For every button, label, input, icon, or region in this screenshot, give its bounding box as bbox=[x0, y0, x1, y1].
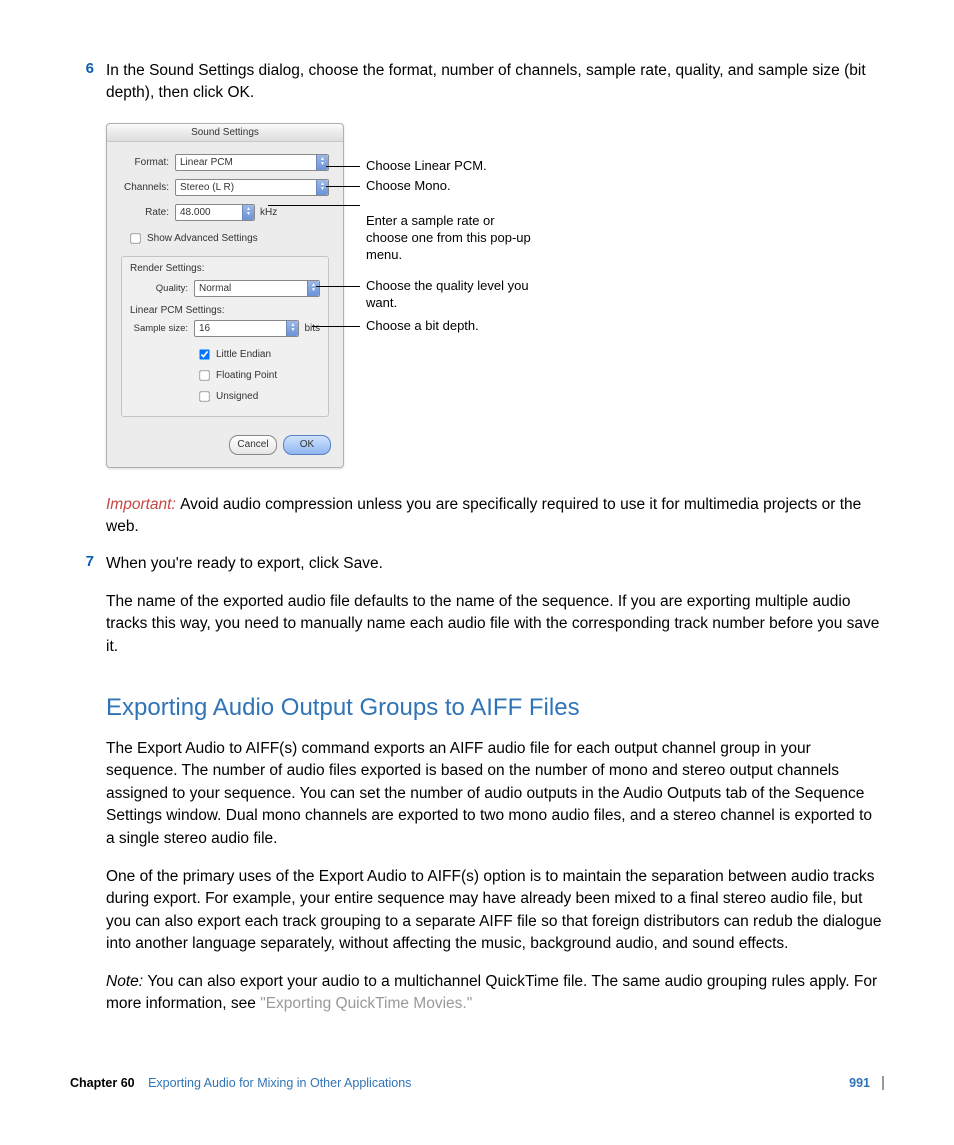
callout-linear-pcm: Choose Linear PCM. bbox=[366, 158, 566, 175]
important-text: Avoid audio compression unless you are s… bbox=[106, 496, 861, 535]
rate-value: 48.000 bbox=[180, 207, 211, 218]
floating-point-row[interactable]: Floating Point bbox=[194, 366, 320, 385]
format-row: Format: Linear PCM ▲▼ bbox=[121, 154, 329, 171]
footer-left: Chapter 60 Exporting Audio for Mixing in… bbox=[70, 1076, 411, 1090]
updown-icon: ▲▼ bbox=[242, 205, 254, 220]
page-footer: Chapter 60 Exporting Audio for Mixing in… bbox=[70, 1076, 884, 1090]
step-7-paragraph: The name of the exported audio file defa… bbox=[106, 591, 884, 658]
callout-mono: Choose Mono. bbox=[366, 178, 566, 195]
pcm-options: Little Endian Floating Point Unsigned bbox=[194, 345, 320, 406]
section-p2: One of the primary uses of the Export Au… bbox=[106, 866, 884, 956]
footer-page-number: 991 bbox=[829, 1076, 870, 1090]
rate-input[interactable]: 48.000 ▲▼ bbox=[175, 204, 255, 221]
quality-select[interactable]: Normal ▲▼ bbox=[194, 280, 320, 297]
footer-chapter: Chapter 60 bbox=[70, 1076, 135, 1090]
callout-leader bbox=[316, 286, 360, 287]
rate-unit: kHz bbox=[260, 207, 277, 218]
section-heading: Exporting Audio Output Groups to AIFF Fi… bbox=[106, 694, 884, 722]
updown-icon: ▲▼ bbox=[316, 155, 328, 170]
updown-icon: ▲▼ bbox=[286, 321, 298, 336]
samplesize-select[interactable]: 16 ▲▼ bbox=[194, 320, 299, 337]
samplesize-row: Sample size: 16 ▲▼ bits bbox=[130, 320, 320, 337]
step-text: In the Sound Settings dialog, choose the… bbox=[106, 60, 884, 105]
samplesize-unit: bits bbox=[304, 323, 320, 334]
note-text: You can also export your audio to a mult… bbox=[106, 973, 877, 1012]
pcm-settings-title: Linear PCM Settings: bbox=[130, 305, 320, 316]
unsigned-checkbox[interactable] bbox=[199, 391, 209, 401]
format-select[interactable]: Linear PCM ▲▼ bbox=[175, 154, 329, 171]
sound-settings-dialog: Sound Settings Format: Linear PCM ▲▼ Cha… bbox=[106, 123, 344, 468]
dialog-body: Format: Linear PCM ▲▼ Channels: Stereo (… bbox=[107, 142, 343, 427]
render-settings-title: Render Settings: bbox=[130, 263, 320, 274]
little-endian-checkbox[interactable] bbox=[199, 349, 209, 359]
step-7: 7 When you're ready to export, click Sav… bbox=[70, 553, 884, 575]
channels-row: Channels: Stereo (L R) ▲▼ bbox=[121, 179, 329, 196]
show-advanced-row[interactable]: Show Advanced Settings bbox=[125, 229, 329, 248]
callout-leader bbox=[326, 186, 360, 187]
important-label: Important: bbox=[106, 496, 180, 513]
show-advanced-checkbox[interactable] bbox=[130, 233, 140, 243]
quality-row: Quality: Normal ▲▼ bbox=[130, 280, 320, 297]
callout-quality: Choose the quality level you want. bbox=[366, 278, 536, 312]
quality-label: Quality: bbox=[130, 283, 188, 294]
channels-label: Channels: bbox=[121, 182, 169, 193]
little-endian-row[interactable]: Little Endian bbox=[194, 345, 320, 364]
floating-point-label: Floating Point bbox=[216, 370, 277, 381]
important-note: Important: Avoid audio compression unles… bbox=[106, 494, 884, 539]
updown-icon: ▲▼ bbox=[316, 180, 328, 195]
step-number: 6 bbox=[70, 60, 94, 105]
samplesize-value: 16 bbox=[199, 323, 210, 334]
settings-group: Render Settings: Quality: Normal ▲▼ Line… bbox=[121, 256, 329, 417]
rate-row: Rate: 48.000 ▲▼ kHz bbox=[121, 204, 329, 221]
sound-settings-figure: Sound Settings Format: Linear PCM ▲▼ Cha… bbox=[106, 123, 746, 468]
note-paragraph: Note: You can also export your audio to … bbox=[106, 971, 884, 1016]
footer-title: Exporting Audio for Mixing in Other Appl… bbox=[148, 1076, 411, 1090]
step-text: When you're ready to export, click Save. bbox=[106, 553, 884, 575]
step-6: 6 In the Sound Settings dialog, choose t… bbox=[70, 60, 884, 105]
quality-value: Normal bbox=[199, 283, 231, 294]
step-number: 7 bbox=[70, 553, 94, 575]
channels-value: Stereo (L R) bbox=[180, 182, 234, 193]
note-label: Note: bbox=[106, 973, 147, 990]
unsigned-row[interactable]: Unsigned bbox=[194, 387, 320, 406]
unsigned-label: Unsigned bbox=[216, 391, 258, 402]
cancel-button[interactable]: Cancel bbox=[229, 435, 277, 455]
callout-sample-rate: Enter a sample rate or choose one from t… bbox=[366, 213, 536, 264]
show-advanced-label: Show Advanced Settings bbox=[147, 233, 258, 244]
section-p1: The Export Audio to AIFF(s) command expo… bbox=[106, 738, 884, 850]
callout-leader bbox=[268, 205, 360, 206]
samplesize-label: Sample size: bbox=[130, 323, 188, 334]
rate-label: Rate: bbox=[121, 207, 169, 218]
callout-leader bbox=[312, 326, 360, 327]
floating-point-checkbox[interactable] bbox=[199, 370, 209, 380]
dialog-buttons: Cancel OK bbox=[107, 427, 343, 467]
dialog-title: Sound Settings bbox=[107, 124, 343, 142]
callout-bit-depth: Choose a bit depth. bbox=[366, 318, 566, 335]
format-label: Format: bbox=[121, 157, 169, 168]
page: 6 In the Sound Settings dialog, choose t… bbox=[0, 0, 954, 1120]
callout-leader bbox=[326, 166, 360, 167]
channels-select[interactable]: Stereo (L R) ▲▼ bbox=[175, 179, 329, 196]
note-link[interactable]: "Exporting QuickTime Movies." bbox=[260, 995, 472, 1012]
updown-icon: ▲▼ bbox=[307, 281, 319, 296]
little-endian-label: Little Endian bbox=[216, 349, 271, 360]
ok-button[interactable]: OK bbox=[283, 435, 331, 455]
format-value: Linear PCM bbox=[180, 157, 233, 168]
